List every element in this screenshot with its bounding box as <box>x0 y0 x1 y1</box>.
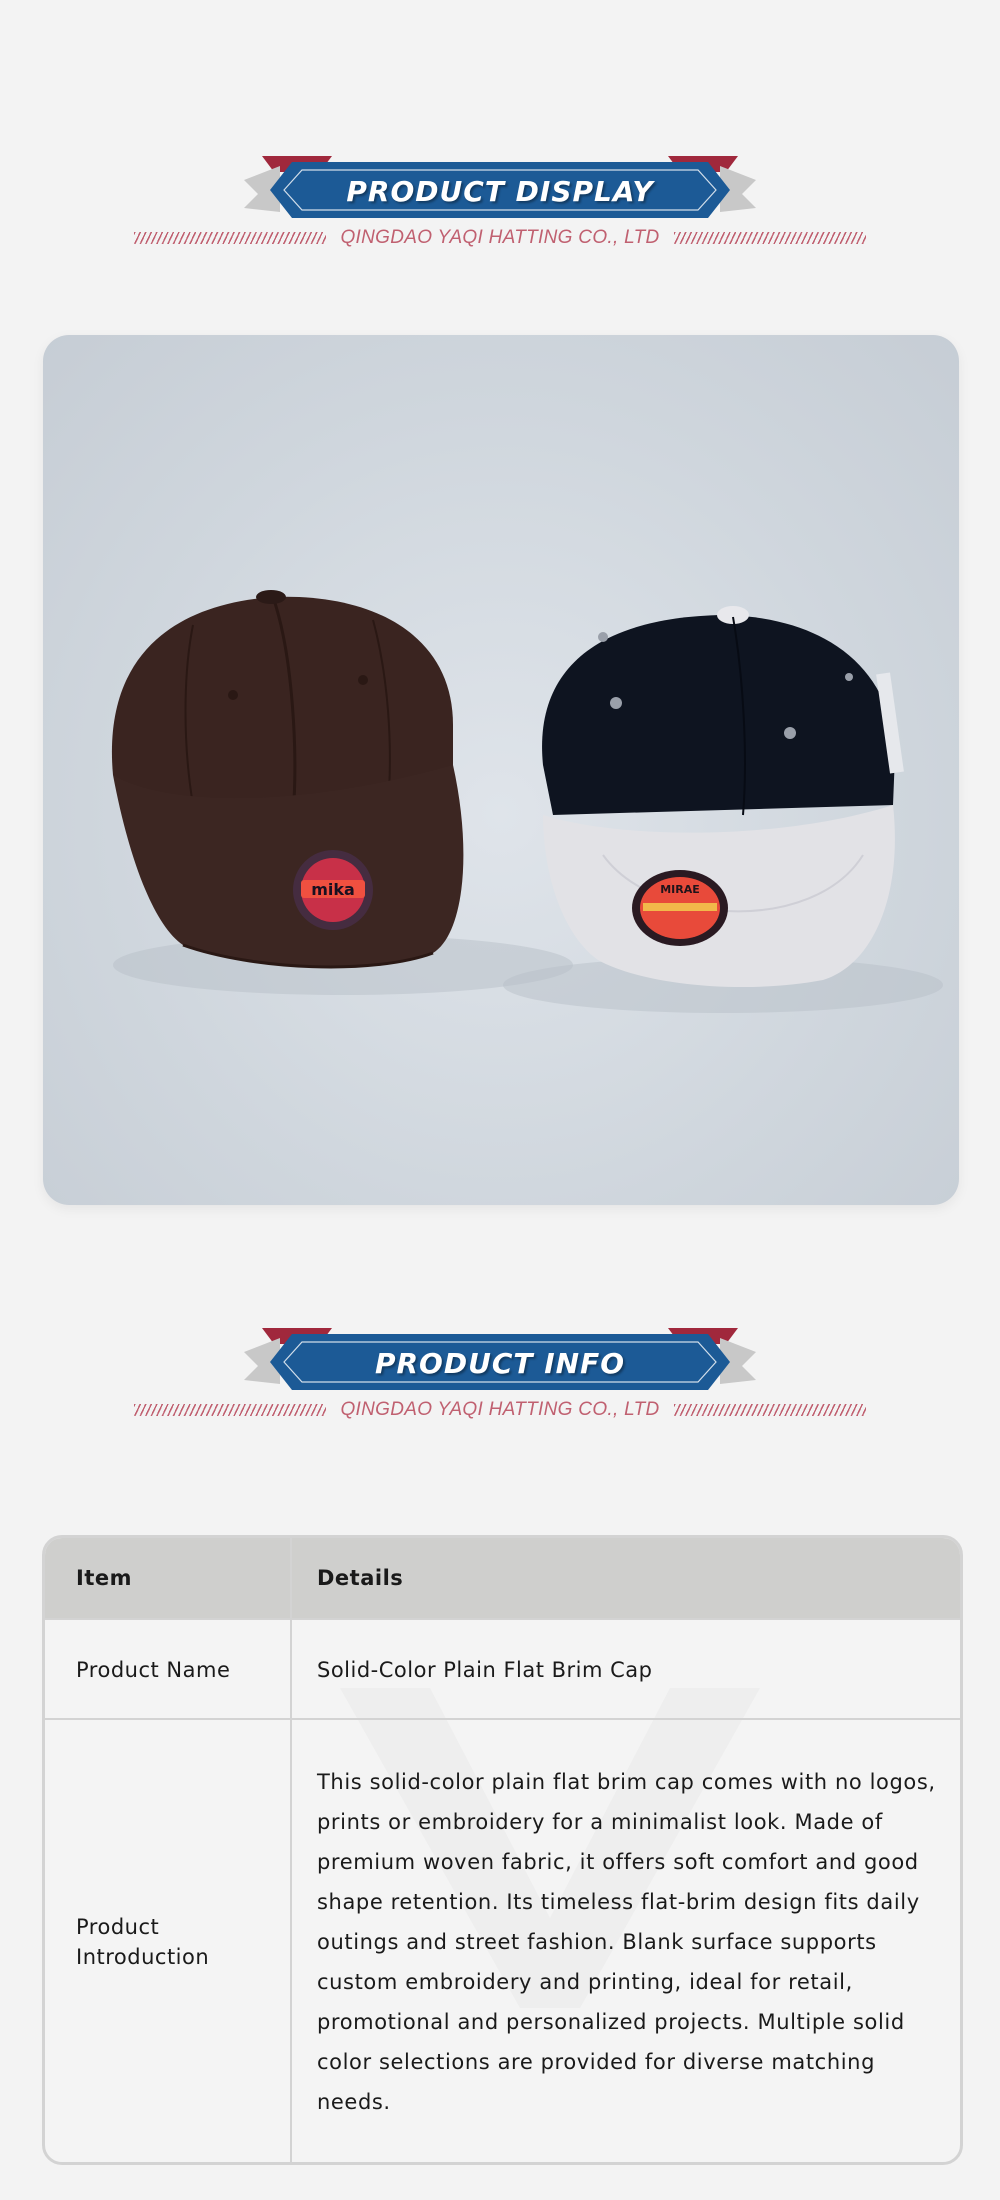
row-item: Product Introduction <box>76 1915 210 1969</box>
header-details: Details <box>317 1566 404 1590</box>
subtitle-row: QINGDAO YAQI HATTING CO., LTD <box>0 1397 1000 1423</box>
brown-cap: mika <box>111 590 464 969</box>
row-item: Product Name <box>76 1658 231 1682</box>
black-white-cap: MIRAE <box>542 606 904 988</box>
row-details: Solid-Color Plain Flat Brim Cap <box>317 1658 653 1682</box>
product-photo: mika MIRAE <box>43 335 959 1205</box>
table-row: Product Name Solid-Color Plain Flat Brim… <box>45 1618 960 1720</box>
header-item: Item <box>76 1566 132 1590</box>
company-subtitle: QINGDAO YAQI HATTING CO., LTD <box>340 227 660 248</box>
product-info-header: PRODUCT INFO QINGDAO YAQI HATTING CO., L… <box>0 1322 1000 1442</box>
hatch-decoration-right <box>673 1404 866 1416</box>
cap-badge-text: MIRAE <box>660 883 700 896</box>
section-title: PRODUCT INFO <box>374 1347 626 1380</box>
hatch-decoration-left <box>134 232 327 244</box>
row-details: This solid-color plain flat brim cap com… <box>317 1770 936 2114</box>
hatch-decoration-right <box>673 232 866 244</box>
table-row: Product Introduction This solid-color pl… <box>45 1718 960 2162</box>
table-header-row: Item Details <box>45 1538 960 1618</box>
column-divider <box>290 1538 292 2162</box>
company-subtitle: QINGDAO YAQI HATTING CO., LTD <box>340 1399 660 1420</box>
hatch-decoration-left <box>134 1404 327 1416</box>
product-info-table: Item Details Product Name Solid-Color Pl… <box>42 1535 963 2165</box>
product-display-header: PRODUCT DISPLAY QINGDAO YAQI HATTING CO.… <box>0 150 1000 270</box>
cap-badge-text: mika <box>311 880 355 899</box>
subtitle-row: QINGDAO YAQI HATTING CO., LTD <box>0 225 1000 251</box>
section-title: PRODUCT DISPLAY <box>346 175 654 208</box>
